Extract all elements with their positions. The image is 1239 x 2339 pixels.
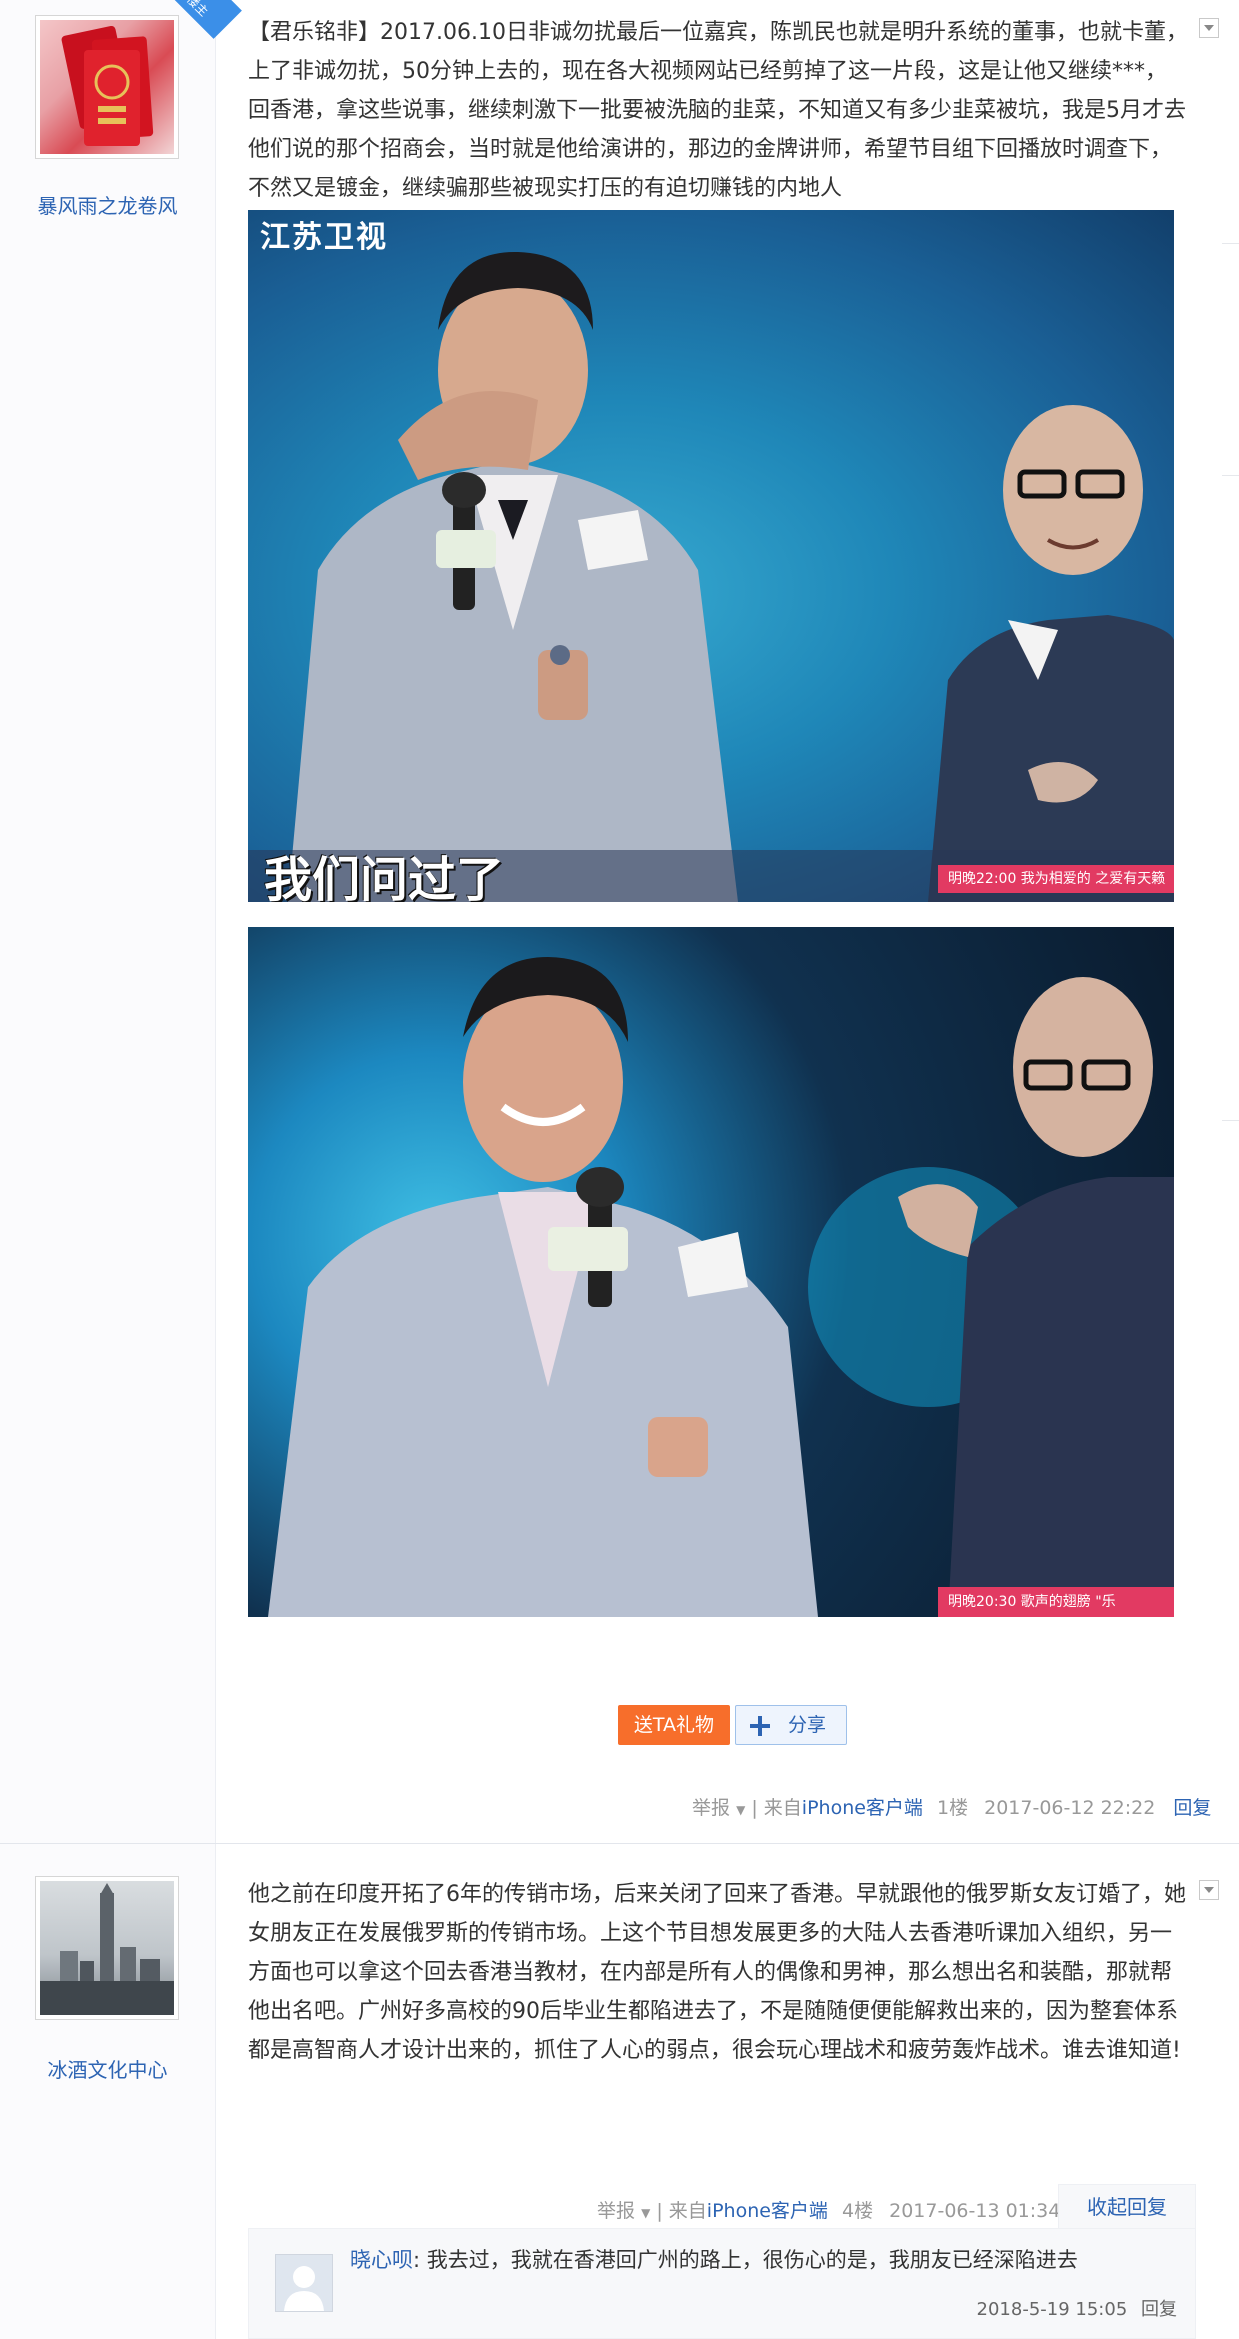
reply-link[interactable]: 回复 bbox=[1173, 1797, 1211, 1819]
column-divider bbox=[1222, 475, 1239, 476]
post-time: 2017-06-13 01:34 bbox=[889, 2200, 1061, 2222]
report-link[interactable]: 举报 bbox=[692, 1797, 730, 1819]
post-time: 2017-06-12 22:22 bbox=[984, 1797, 1156, 1819]
sub-reply-text: : 我去过，我就在香港回广州的路上，很伤心的是，我朋友已经深陷进去 bbox=[413, 2248, 1078, 2272]
post-image-1[interactable]: 江苏卫视 我们问过了 明晚22:00 我为相爱的 之爱有天籁 bbox=[248, 210, 1174, 902]
city-skyline-picture bbox=[40, 1883, 174, 2015]
source-prefix: | 来自 bbox=[751, 1797, 802, 1819]
collapse-replies-button[interactable]: 收起回复 bbox=[1058, 2184, 1196, 2229]
share-button[interactable]: 分享 bbox=[735, 1705, 847, 1745]
post-image-2[interactable]: 明晚20:30 歌声的翅膀 "乐 bbox=[248, 927, 1174, 1617]
tv-still-host-laughing bbox=[248, 251, 1174, 902]
share-label: 分享 bbox=[788, 1714, 827, 1736]
avatar-image bbox=[40, 1881, 174, 2015]
column-divider bbox=[1222, 243, 1239, 244]
chevron-down-icon[interactable] bbox=[1199, 18, 1219, 38]
red-envelope-picture bbox=[61, 25, 154, 146]
avatar[interactable] bbox=[35, 15, 179, 159]
user-placeholder-icon[interactable] bbox=[275, 2254, 333, 2312]
source-link[interactable]: iPhone客户端 bbox=[707, 2200, 828, 2222]
post-content: 他之前在印度开拓了6年的传销市场，后来关闭了回来了香港。早就跟他的俄罗斯女友订婚… bbox=[248, 1882, 1187, 2063]
video-ticker: 明晚22:00 我为相爱的 之爱有天籁 bbox=[948, 871, 1166, 887]
column-divider bbox=[1222, 1120, 1239, 1121]
sub-reply-reply-link[interactable]: 回复 bbox=[1141, 2299, 1177, 2320]
video-subtitle: 我们问过了 bbox=[264, 852, 505, 902]
video-ticker: 明晚20:30 歌声的翅膀 "乐 bbox=[948, 1594, 1116, 1610]
sub-reply-time: 2018-5-19 15:05 bbox=[976, 2299, 1128, 2320]
post-floor-1: 楼主 暴风雨之龙卷风 【君乐铭非】2017.06.10日非诚勿扰最后一位嘉宾，陈… bbox=[0, 0, 1239, 1843]
avatar-image bbox=[40, 20, 174, 154]
dropdown-caret-icon[interactable]: ▼ bbox=[641, 2206, 650, 2220]
post-tail: 举报 ▼ | 来自iPhone客户端 1楼 2017-06-12 22:22 回… bbox=[692, 1793, 1211, 1820]
post-tail: 举报 ▼ | 来自iPhone客户端 4楼 2017-06-13 01:34 bbox=[597, 2196, 1060, 2223]
floor-number: 1楼 bbox=[936, 1797, 969, 1819]
post-content: 【君乐铭非】2017.06.10日非诚勿扰最后一位嘉宾，陈凯民也就是明升系统的董… bbox=[248, 20, 1188, 201]
plus-icon bbox=[750, 1716, 770, 1736]
author-name[interactable]: 暴风雨之龙卷风 bbox=[0, 190, 215, 219]
dropdown-caret-icon[interactable]: ▼ bbox=[736, 1803, 745, 1817]
channel-logo: 江苏卫视 bbox=[260, 220, 388, 255]
sub-reply-meta: 2018-5-19 15:05 回复 bbox=[977, 2295, 1177, 2321]
sub-reply-item: 晓心呗: 我去过，我就在香港回广州的路上，很伤心的是，我朋友已经深陷进去 bbox=[350, 2243, 1078, 2277]
report-link[interactable]: 举报 bbox=[597, 2200, 635, 2222]
source-prefix: | 来自 bbox=[656, 2200, 707, 2222]
author-name[interactable]: 冰酒文化中心 bbox=[0, 2054, 215, 2083]
chevron-down-icon[interactable] bbox=[1199, 1880, 1219, 1900]
author-sidebar bbox=[0, 0, 216, 1843]
sub-reply-list: 晓心呗: 我去过，我就在香港回广州的路上，很伤心的是，我朋友已经深陷进去 201… bbox=[248, 2228, 1196, 2339]
source-link[interactable]: iPhone客户端 bbox=[802, 1797, 923, 1819]
avatar[interactable] bbox=[35, 1876, 179, 2020]
send-gift-button[interactable]: 送TA礼物 bbox=[618, 1705, 730, 1745]
tv-still-host-smiling bbox=[268, 957, 1174, 1617]
sub-reply-user[interactable]: 晓心呗 bbox=[350, 2248, 413, 2272]
floor-number: 4楼 bbox=[841, 2200, 874, 2222]
